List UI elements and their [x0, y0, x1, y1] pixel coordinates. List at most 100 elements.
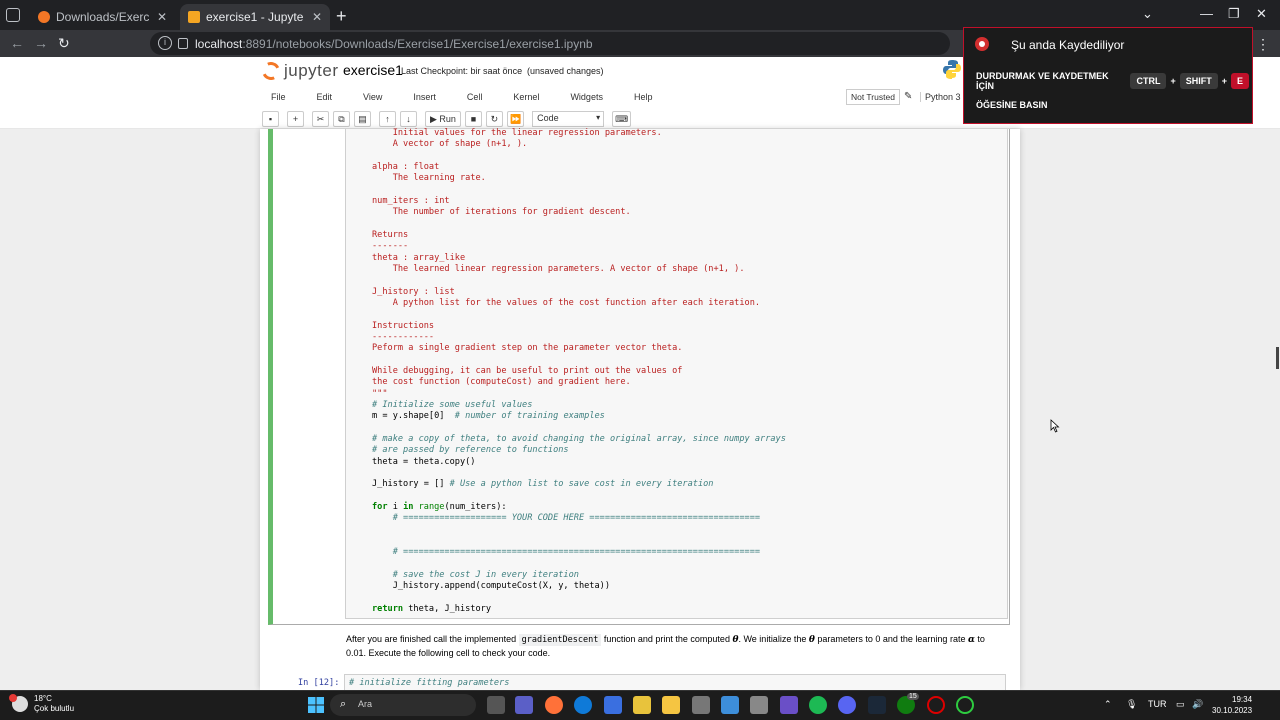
taskbar-search[interactable]: ⌕ Ara	[330, 694, 476, 716]
edit-pencil-icon[interactable]: ✎	[904, 91, 912, 102]
url-text[interactable]: localhost:8891/notebooks/Downloads/Exerc…	[195, 37, 593, 51]
menu-widgets[interactable]: Widgets	[570, 91, 603, 111]
code-editor[interactable]: Initial values for the linear regression…	[345, 128, 1008, 619]
code-content[interactable]: Initial values for the linear regression…	[372, 128, 786, 615]
code-line: -------	[372, 241, 409, 252]
markdown-cell[interactable]: After you are finished call the implemen…	[346, 633, 1006, 660]
save-icon[interactable]: ▪	[262, 111, 279, 127]
close-tab-icon[interactable]: ✕	[312, 10, 322, 24]
menu-insert[interactable]: Insert	[413, 91, 436, 111]
menu-view[interactable]: View	[363, 91, 382, 111]
spotify-icon[interactable]	[809, 696, 827, 714]
address-bar[interactable]: i localhost:8891/notebooks/Downloads/Exe…	[150, 32, 950, 55]
copy-icon[interactable]: ⧉	[333, 111, 350, 127]
code-line: The learned linear regression parameters…	[372, 263, 745, 274]
minimize-button[interactable]: —	[1200, 6, 1213, 21]
move-down-icon[interactable]: ↓	[400, 111, 417, 127]
menu-cell[interactable]: Cell	[467, 91, 483, 111]
tab-list-chevron-icon[interactable]: ⌄	[1142, 6, 1153, 22]
cut-icon[interactable]: ✂	[312, 111, 329, 127]
scrollbar-thumb[interactable]	[1276, 347, 1279, 369]
code-cell-selected[interactable]: Initial values for the linear regression…	[268, 128, 1010, 625]
opera-icon[interactable]	[927, 696, 945, 714]
jupyter-favicon-icon	[38, 11, 50, 23]
media-player-icon[interactable]	[780, 696, 798, 714]
mail-icon[interactable]	[721, 696, 739, 714]
store-icon[interactable]	[750, 696, 768, 714]
language-indicator[interactable]: TUR	[1148, 699, 1167, 709]
code-editor-next[interactable]: # initialize fitting parameters	[344, 674, 1006, 690]
code-line: # save the cost J in every iteration	[372, 569, 579, 580]
teams-icon[interactable]	[515, 696, 533, 714]
interrupt-icon[interactable]: ■	[464, 111, 482, 127]
code-line: # Initialize some useful values	[372, 399, 533, 410]
run-button[interactable]: ▶ Run	[425, 111, 461, 127]
checkpoint-status: Last Checkpoint: bir saat önce	[401, 66, 523, 76]
jupyter-logo-text: jupyter	[284, 61, 339, 80]
edge-icon[interactable]	[574, 696, 592, 714]
command-palette-icon[interactable]: ⌨	[612, 111, 632, 127]
task-view-icon[interactable]	[487, 696, 505, 714]
jupyter-logo[interactable]: jupyter	[259, 59, 339, 83]
browser-menu-icon[interactable]: ⋮	[1256, 36, 1270, 53]
recorder-icon[interactable]	[956, 696, 974, 714]
new-tab-button[interactable]: +	[336, 6, 347, 27]
restart-icon[interactable]: ↻	[485, 111, 503, 127]
recording-title: Şu anda Kaydediliyor	[1011, 38, 1125, 52]
steam-icon[interactable]	[868, 696, 886, 714]
restart-run-all-icon[interactable]: ⏩	[506, 111, 525, 127]
menu-kernel[interactable]: Kernel	[513, 91, 539, 111]
jupyter-page: jupyter exercise1 Last Checkpoint: bir s…	[0, 57, 1280, 690]
notebook-toolbar: ▪ + ✂ ⧉ ▤ ↑ ↓ ▶ Run ■ ↻ ⏩ Code ⌨	[262, 110, 635, 128]
paste-icon[interactable]: ▤	[354, 111, 371, 127]
tab-downloads[interactable]: Downloads/Exercise1/Exercise1 ✕	[30, 4, 175, 30]
tray-overflow-icon[interactable]: ⌃	[1104, 699, 1112, 710]
maximize-button[interactable]: ❐	[1228, 6, 1240, 22]
tab-search-icon[interactable]	[6, 8, 20, 22]
move-up-icon[interactable]: ↑	[379, 111, 396, 127]
cell-type-select[interactable]: Code	[532, 111, 605, 127]
screen: Downloads/Exercise1/Exercise1 ✕ exercise…	[0, 0, 1280, 720]
firefox-icon[interactable]	[545, 696, 563, 714]
menu-edit[interactable]: Edit	[317, 91, 333, 111]
back-arrow-icon[interactable]: ←	[10, 35, 24, 51]
notebook-menubar: File Edit View Insert Cell Kernel Widget…	[262, 91, 674, 111]
discord-icon[interactable]	[838, 696, 856, 714]
file-explorer-icon[interactable]	[662, 696, 680, 714]
code-line: A vector of shape (n+1, ).	[372, 139, 528, 150]
tab-title: exercise1 - Jupyter Notebook	[206, 10, 304, 24]
recording-notification: Şu anda Kaydediliyor DURDURMAK VE KAYDET…	[963, 27, 1253, 124]
unsaved-status: (unsaved changes)	[527, 66, 604, 76]
code-line: theta : array_like	[372, 252, 466, 263]
code-line: # ======================================…	[372, 547, 761, 558]
windows-start-icon[interactable]	[307, 696, 325, 714]
close-tab-icon[interactable]: ✕	[157, 10, 167, 24]
code-line: Instructions	[372, 320, 435, 331]
tab-notebook[interactable]: exercise1 - Jupyter Notebook ✕	[180, 4, 330, 30]
microphone-icon[interactable]: 🎙	[1126, 699, 1137, 710]
code-line: theta = theta.copy()	[372, 456, 476, 467]
python-logo-icon	[943, 60, 961, 79]
network-icon[interactable]: ▭	[1176, 699, 1185, 710]
forward-arrow-icon[interactable]: →	[34, 35, 48, 51]
insert-cell-icon[interactable]: +	[287, 111, 304, 127]
reload-icon[interactable]: ↻	[58, 35, 70, 52]
code-line: ------------	[372, 331, 435, 342]
notebook-name[interactable]: exercise1	[343, 62, 403, 78]
notepad-icon[interactable]	[633, 696, 651, 714]
calculator-icon[interactable]	[692, 696, 710, 714]
trust-button[interactable]: Not Trusted	[846, 89, 900, 105]
close-window-button[interactable]: ✕	[1256, 6, 1267, 22]
code-cell-next[interactable]: In [12]: # initialize fitting parameters	[268, 674, 1010, 690]
menu-file[interactable]: File	[271, 91, 286, 111]
volume-icon[interactable]: 🔊	[1192, 699, 1203, 710]
weather-widget[interactable]: 18°C Çok bulutlu	[9, 694, 74, 714]
site-info-icon[interactable]: i	[158, 36, 172, 50]
power-automate-icon[interactable]	[604, 696, 622, 714]
system-clock[interactable]: 19:34 30.10.2023	[1212, 694, 1252, 716]
menu-help[interactable]: Help	[634, 91, 653, 111]
code-line: the cost function (computeCost) and grad…	[372, 377, 631, 388]
